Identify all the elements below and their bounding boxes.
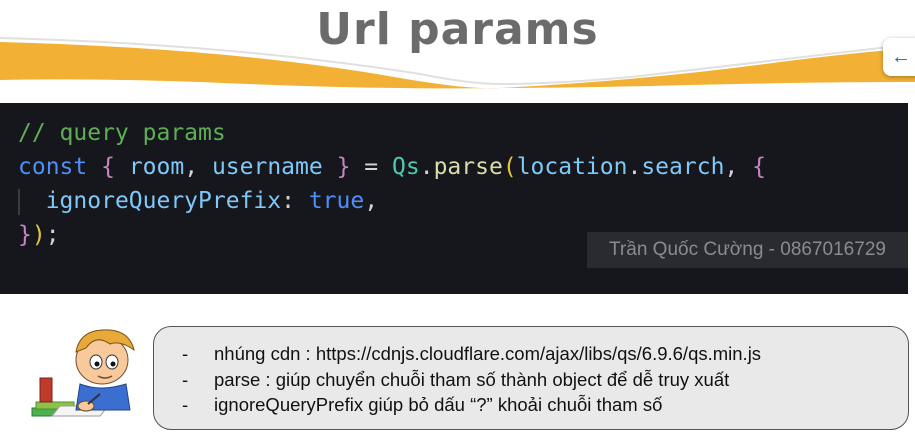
- page-title: Url params: [316, 4, 599, 55]
- code-comment: // query params: [18, 120, 226, 146]
- cartoon-student-illustration: [30, 329, 154, 424]
- code-property: ignoreQueryPrefix: [45, 188, 282, 214]
- arrow-left-icon: ←: [891, 45, 911, 68]
- note-item: - ignoreQueryPrefix giúp bỏ dấu “?” khoải…: [182, 394, 662, 416]
- code-punct: ,: [724, 154, 739, 180]
- code-var: username: [211, 154, 323, 180]
- code-punct: (: [502, 154, 517, 180]
- notes-box: - nhúng cdn : https://cdnjs.cloudflare.co…: [153, 326, 909, 430]
- code-punct: ;: [45, 222, 60, 248]
- watermark: Trần Quốc Cường - 0867016729: [587, 232, 908, 268]
- code-boolean: true: [308, 188, 365, 214]
- note-text: parse : giúp chuyển chuỗi tham số thành …: [214, 369, 730, 390]
- code-punct: ,: [364, 188, 379, 214]
- code-punct: ,: [184, 154, 199, 180]
- note-item: - parse : giúp chuyển chuỗi tham số thành…: [182, 369, 729, 391]
- note-item: - nhúng cdn : https://cdnjs.cloudflare.co…: [182, 343, 761, 365]
- code-var: room: [128, 154, 185, 180]
- code-object: Qs: [392, 154, 420, 180]
- note-text: nhúng cdn : https://cdnjs.cloudflare.com…: [214, 343, 762, 364]
- code-punct: ): [31, 222, 46, 248]
- code-punct: .: [419, 154, 434, 180]
- code-var: location: [516, 154, 628, 180]
- code-line-3: ignoreQueryPrefix: true,: [18, 186, 378, 216]
- code-punct: }: [18, 222, 32, 248]
- code-punct: =: [364, 154, 379, 180]
- back-button[interactable]: ←: [883, 38, 915, 76]
- bullet-dash: -: [182, 394, 189, 415]
- code-line-2: const { room, username } = Qs.parse(loca…: [18, 152, 766, 182]
- note-text: ignoreQueryPrefix giúp bỏ dấu “?” khoải …: [214, 394, 663, 415]
- bullet-dash: -: [182, 369, 189, 390]
- code-punct: {: [752, 154, 766, 180]
- code-punct: {: [101, 154, 115, 180]
- bullet-dash: -: [182, 343, 189, 364]
- code-punct: .: [627, 154, 642, 180]
- code-function: parse: [433, 154, 503, 180]
- code-keyword: const: [18, 154, 88, 180]
- code-line-4: });: [18, 220, 60, 250]
- code-line-1: // query params: [18, 118, 226, 148]
- code-punct: :: [281, 188, 295, 214]
- code-punct: }: [336, 154, 351, 180]
- code-var: search: [641, 154, 725, 180]
